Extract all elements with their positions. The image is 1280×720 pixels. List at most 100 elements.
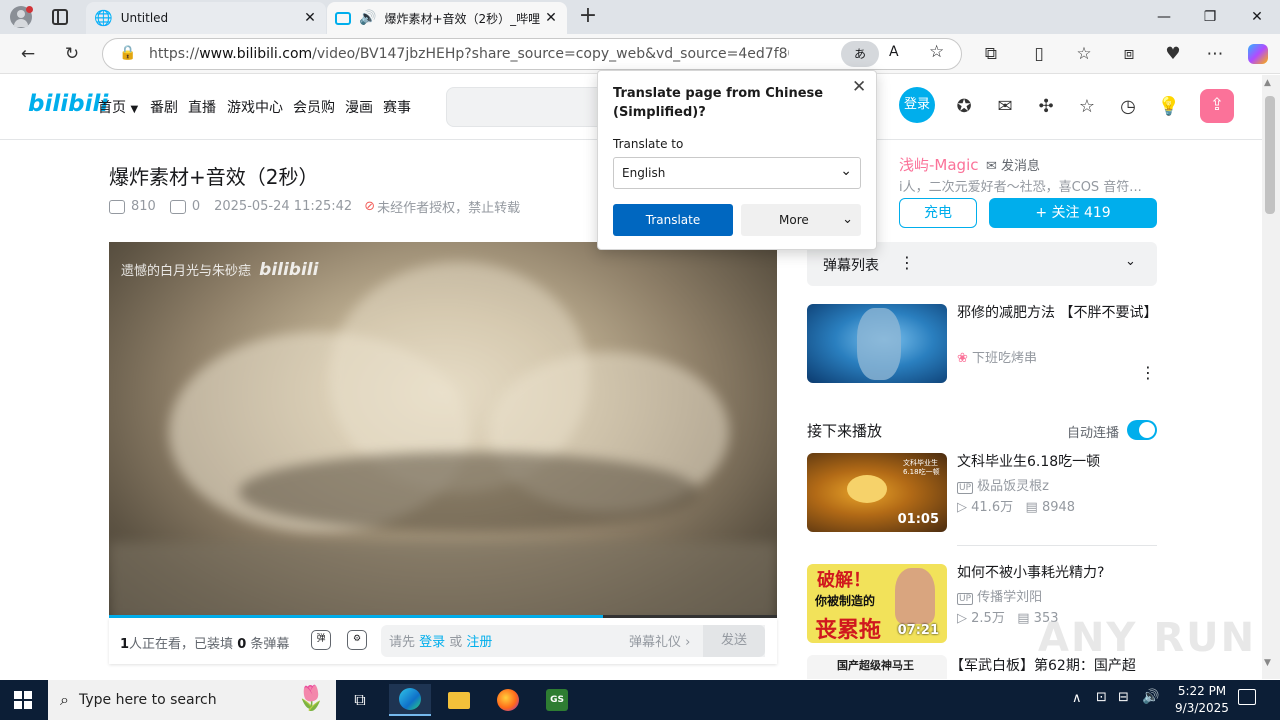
related-author[interactable]: UP 极品饭灵根z [957,475,1049,494]
upload-button[interactable]: ⇪ [1200,89,1234,123]
clock-time[interactable]: 5:22 PM [1172,684,1232,698]
chevron-down-icon[interactable]: ⌄ [1125,254,1136,269]
related-title[interactable]: 如何不被小事耗光精力? [957,564,1157,583]
more-button[interactable]: More ⌄ [741,204,861,236]
dynamic-icon[interactable]: ✣ [1033,93,1059,119]
chevron-down-icon: ⌄ [842,212,853,227]
scrollbar-thumb[interactable] [1265,96,1275,214]
favorite-star-icon[interactable]: ☆ [929,42,944,62]
close-tab-icon[interactable]: ✕ [302,10,318,26]
volume-icon[interactable]: 🔊 [1142,689,1159,705]
nav-live[interactable]: 直播 [188,97,216,117]
url-text[interactable]: https://www.bilibili.com/video/BV147jbzH… [149,46,789,62]
nav-mall[interactable]: 会员购 [293,97,335,117]
danmaku-count: 0 [191,199,201,214]
close-tab-icon[interactable]: ✕ [543,10,559,26]
related-title[interactable]: 文科毕业生6.18吃一顿 [957,453,1157,472]
related-author[interactable]: UP 传播学刘阳 [957,586,1042,605]
tab-actions-icon[interactable] [52,9,68,25]
translate-icon[interactable]: あ [841,41,879,67]
extensions-icon[interactable]: ⧉ [975,34,1007,74]
danmaku-etiquette-link[interactable]: 弹幕礼仪 › [629,631,690,650]
tab-bilibili[interactable]: 🔊 爆炸素材+音效（2秒）_哔哩 ✕ [327,2,567,34]
file-explorer-icon[interactable] [438,684,480,716]
collections-icon[interactable]: ⧈ [1113,34,1145,74]
nav-home[interactable]: 首页 ▼ [98,97,138,117]
greenshot-icon[interactable]: GS [536,684,578,716]
profile-icon[interactable] [10,6,33,28]
restore-icon[interactable]: ❐ [1187,0,1233,34]
video-player[interactable]: 遗憾的白月光与朱砂痣 bilibili [109,242,777,618]
related-thumb-caption: 国产超级神马王 [837,659,914,672]
send-button[interactable]: 发送 [703,625,765,657]
nav-anime[interactable]: 番剧 [150,97,178,117]
up-badge-icon: UP [957,482,974,494]
network-icon[interactable]: ⊟ [1118,690,1129,705]
tab-untitled[interactable]: 🌐 Untitled ✕ [86,2,326,34]
danmaku-toggle-icon[interactable]: 弹 [311,630,331,650]
task-view-icon[interactable]: ⧉ [339,684,381,716]
favorites-star-icon[interactable]: ☆ [1074,93,1100,119]
danmaku-settings-icon[interactable]: ⚙ [347,630,367,650]
firefox-icon[interactable] [487,684,529,716]
recommend-thumbnail[interactable] [807,304,947,383]
favorites-icon[interactable]: ☆ [1068,34,1100,74]
vip-icon[interactable]: ✪ [951,93,977,119]
nav-game-center[interactable]: 游戏中心 [227,97,283,117]
related-thumbnail[interactable]: 破解！ 你被制造的 丧累拖 07:21 [807,564,947,643]
related-thumbnail[interactable]: 国产超级神马王 [807,655,947,679]
refresh-icon[interactable]: ↻ [56,34,88,74]
usb-icon[interactable]: ⊡ [1096,690,1107,705]
browser-toolbar: ← ↻ 🔒 https://www.bilibili.com/video/BV1… [0,34,1280,74]
up-badge-icon: UP [957,593,974,605]
related-stats: ▷ 41.6万 ▤ 8948 [957,500,1076,515]
recommend-title[interactable]: 邪修的减肥方法 【不胖不要试】 [957,304,1157,323]
lock-icon[interactable]: 🔒 [119,45,136,61]
settings-more-icon[interactable]: ⋯ [1199,34,1231,74]
more-options-icon[interactable]: ⋮ [1140,363,1156,382]
language-select[interactable]: English ⌄ [613,157,861,189]
clock-date[interactable]: 9/3/2025 [1172,701,1232,715]
start-button[interactable] [14,691,32,709]
more-options-icon[interactable]: ⋮ [899,253,915,272]
follow-button[interactable]: + 关注 419 [989,198,1157,228]
speaker-icon[interactable]: 🔊 [359,10,376,26]
recommend-author[interactable]: ❀ 下班吃烤串 [957,347,1037,366]
taskbar-search-box[interactable]: ⌕ Type here to search 🌷 [48,680,336,720]
uploader-name[interactable]: 浅屿-Magic [899,154,978,175]
back-icon[interactable]: ← [12,34,44,74]
creation-icon[interactable]: 💡 [1156,93,1182,119]
login-avatar-button[interactable]: 登录 [899,87,935,123]
new-tab-button[interactable]: + [576,3,600,31]
chevron-up-icon[interactable]: ∧ [1072,691,1082,706]
globe-icon: 🌐 [94,9,113,27]
edge-taskbar-icon[interactable] [389,684,431,716]
danmaku-icon: ▤ [1017,611,1030,626]
translate-button[interactable]: Translate [613,204,733,236]
autoplay-toggle[interactable] [1127,420,1157,440]
copilot-icon[interactable] [1242,34,1274,74]
nav-esports[interactable]: 赛事 [383,97,411,117]
search-input[interactable] [446,87,606,127]
scroll-down-icon[interactable]: ▼ [1264,658,1271,668]
login-link[interactable]: 登录 [419,635,445,650]
close-popup-icon[interactable]: ✕ [852,77,866,97]
bilibili-logo[interactable]: bilibili [28,91,108,117]
related-thumbnail[interactable]: 文科毕业生 6.18吃一顿 01:05 [807,453,947,532]
ad-author-icon: ❀ [957,351,968,366]
nav-manga[interactable]: 漫画 [345,97,373,117]
register-link[interactable]: 注册 [466,635,492,650]
message-icon[interactable]: ✉ [992,93,1018,119]
address-bar[interactable]: 🔒 https://www.bilibili.com/video/BV147jb… [102,38,962,70]
charge-button[interactable]: 充电 [899,198,977,228]
history-icon[interactable]: ◷ [1115,93,1141,119]
performance-icon[interactable]: ♥ [1157,34,1189,74]
scroll-up-icon[interactable]: ▲ [1264,78,1271,88]
split-screen-icon[interactable]: ▯ [1023,34,1055,74]
minimize-icon[interactable]: — [1141,0,1187,34]
read-aloud-icon[interactable]: A [889,44,899,60]
autoplay-label: 自动连播 [1067,426,1120,441]
notification-icon[interactable] [1238,689,1256,705]
close-window-icon[interactable]: ✕ [1234,0,1280,34]
send-message-link[interactable]: ✉ 发消息 [986,155,1040,174]
